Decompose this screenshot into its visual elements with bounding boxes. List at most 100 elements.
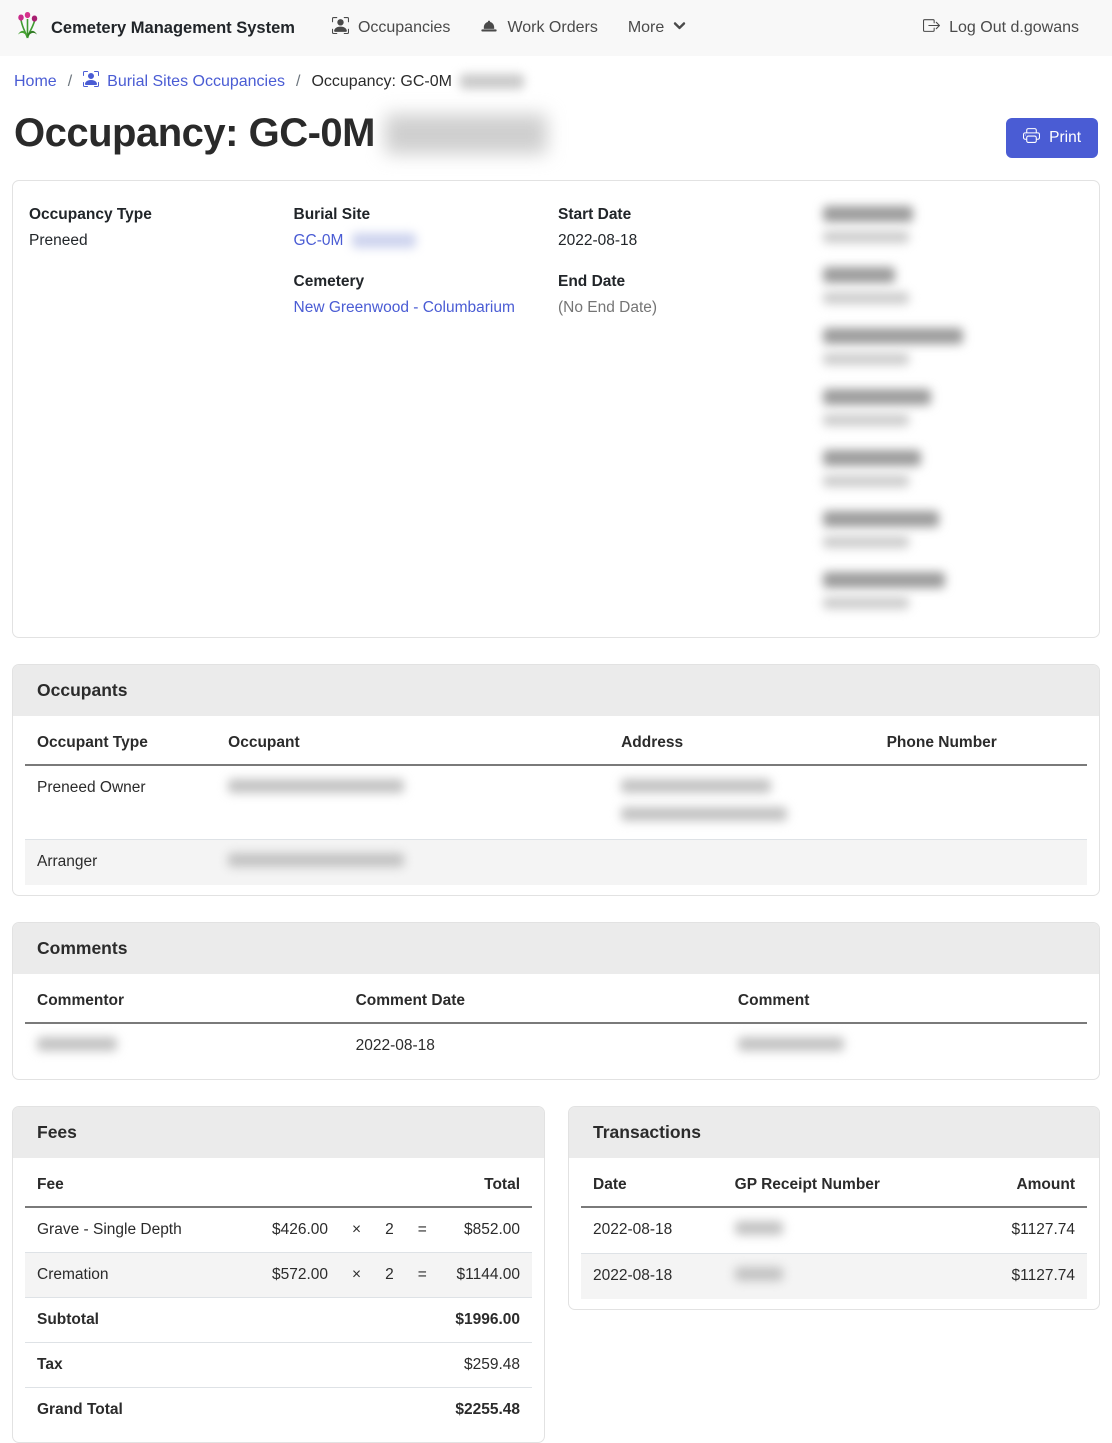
redacted-text <box>460 74 524 89</box>
page-title-text: Occupancy: GC-0M <box>14 111 375 156</box>
cemetery-label: Cemetery <box>294 273 555 291</box>
nav-occupancies[interactable]: Occupancies <box>317 9 466 47</box>
fee-total-cell: $852.00 <box>439 1207 532 1253</box>
redacted-value <box>823 536 909 548</box>
occupants-table: Occupant Type Occupant Address Phone Num… <box>25 722 1087 885</box>
tax-value: $259.48 <box>439 1343 532 1388</box>
transaction-date-cell: 2022-08-18 <box>581 1207 723 1254</box>
col-fee: Fee <box>25 1164 260 1207</box>
breadcrumb: Home / Burial Sites Occupancies / Occupa… <box>0 56 1112 105</box>
start-date-value: 2022-08-18 <box>558 232 819 250</box>
fee-total-cell: $1144.00 <box>439 1253 532 1298</box>
comment-cell <box>726 1023 1087 1069</box>
comments-card: Comments Commentor Comment Date Comment … <box>12 922 1100 1080</box>
start-date-label: Start Date <box>558 206 819 224</box>
redacted-label <box>823 450 921 466</box>
occupancy-type-label: Occupancy Type <box>29 206 290 224</box>
col-gp-receipt-number: GP Receipt Number <box>723 1164 946 1207</box>
fee-qty-cell: 2 <box>373 1253 406 1298</box>
redacted-text <box>228 779 404 793</box>
transaction-date-cell: 2022-08-18 <box>581 1254 723 1300</box>
col-address: Address <box>609 722 875 765</box>
fees-tax-row: Tax $259.48 <box>25 1343 532 1388</box>
commentor-cell <box>25 1023 344 1069</box>
redacted-field <box>823 206 1084 243</box>
person-bounding-box-icon <box>83 71 99 92</box>
comment-row: 2022-08-18 <box>25 1023 1087 1069</box>
redacted-text <box>385 114 547 154</box>
nav-more-label: More <box>628 19 664 37</box>
grand-total-label: Grand Total <box>25 1388 260 1433</box>
breadcrumb-occupancies-link[interactable]: Burial Sites Occupancies <box>83 71 285 92</box>
transaction-receipt-cell <box>723 1254 946 1300</box>
fees-card: Fees Fee Total Grave - Single Depth $426… <box>12 1106 545 1443</box>
nav-occupancies-label: Occupancies <box>358 19 451 37</box>
occupant-type-cell: Preneed Owner <box>25 765 216 840</box>
field-occupancy-type: Occupancy Type Preneed <box>29 206 290 250</box>
col-commentor: Commentor <box>25 980 344 1023</box>
end-date-label: End Date <box>558 273 819 291</box>
redacted-field <box>823 511 1084 548</box>
redacted-value <box>823 231 909 243</box>
redacted-label <box>823 511 939 527</box>
redacted-value <box>823 475 909 487</box>
burial-site-link[interactable]: GC-0M <box>294 232 344 249</box>
print-button-label: Print <box>1049 129 1081 147</box>
redacted-text <box>228 853 404 867</box>
redacted-label <box>823 572 945 588</box>
grand-total-value: $2255.48 <box>439 1388 532 1433</box>
fees-section-title: Fees <box>13 1107 544 1158</box>
redacted-text <box>735 1221 783 1235</box>
comments-table: Commentor Comment Date Comment 2022-08-1… <box>25 980 1087 1069</box>
person-bounding-box-icon <box>332 17 349 39</box>
fee-name-cell: Grave - Single Depth <box>25 1207 260 1253</box>
breadcrumb-separator: / <box>68 73 72 91</box>
occupancy-type-value: Preneed <box>29 232 290 250</box>
col-fee-calc <box>260 1164 439 1207</box>
col-occupant-type: Occupant Type <box>25 722 216 765</box>
transactions-section-title: Transactions <box>569 1107 1099 1158</box>
occupant-address-cell <box>609 840 875 886</box>
nav-more[interactable]: More <box>613 11 701 45</box>
app-brand[interactable]: Cemetery Management System <box>14 11 295 46</box>
occupants-section-title: Occupants <box>13 665 1099 716</box>
col-comment: Comment <box>726 980 1087 1023</box>
logout-button[interactable]: Log Out d.gowans <box>908 9 1094 47</box>
fee-unit-cell: $426.00 <box>260 1207 340 1253</box>
fees-subtotal-row: Subtotal $1996.00 <box>25 1298 532 1343</box>
field-burial-site: Burial Site GC-0M <box>294 206 555 250</box>
burial-site-label: Burial Site <box>294 206 555 224</box>
fee-times-cell: × <box>340 1253 373 1298</box>
col-total: Total <box>439 1164 532 1207</box>
transaction-row: 2022-08-18 $1127.74 <box>581 1254 1087 1300</box>
field-cemetery: Cemetery New Greenwood - Columbarium <box>294 273 555 317</box>
nav-work-orders[interactable]: Work Orders <box>465 9 612 48</box>
redacted-text <box>738 1037 844 1051</box>
chevron-down-icon <box>673 19 686 37</box>
occupant-phone-cell <box>875 765 1087 840</box>
occupant-address-cell <box>609 765 875 840</box>
redacted-field <box>823 389 1084 426</box>
occupant-name-cell <box>216 840 609 886</box>
app-title: Cemetery Management System <box>51 19 295 38</box>
breadcrumb-home-link[interactable]: Home <box>14 73 57 91</box>
fee-equals-cell: = <box>406 1207 439 1253</box>
transactions-card: Transactions Date GP Receipt Number Amou… <box>568 1106 1100 1310</box>
col-amount: Amount <box>945 1164 1087 1207</box>
redacted-value <box>823 414 909 426</box>
comments-section-title: Comments <box>13 923 1099 974</box>
redacted-value <box>823 292 909 304</box>
transaction-receipt-cell <box>723 1207 946 1254</box>
page-header: Occupancy: GC-0M Print <box>0 105 1112 180</box>
print-button[interactable]: Print <box>1006 118 1098 158</box>
hard-hat-icon <box>480 17 498 40</box>
transaction-amount-cell: $1127.74 <box>945 1207 1087 1254</box>
redacted-text <box>621 807 787 821</box>
nav-work-orders-label: Work Orders <box>507 19 597 37</box>
cemetery-link[interactable]: New Greenwood - Columbarium <box>294 299 515 316</box>
details-column-1: Occupancy Type Preneed <box>29 206 290 633</box>
details-column-3: Start Date 2022-08-18 End Date (No End D… <box>558 206 819 633</box>
redacted-text <box>37 1037 117 1051</box>
tulip-logo-icon <box>14 11 41 46</box>
logout-label: Log Out d.gowans <box>949 19 1079 37</box>
